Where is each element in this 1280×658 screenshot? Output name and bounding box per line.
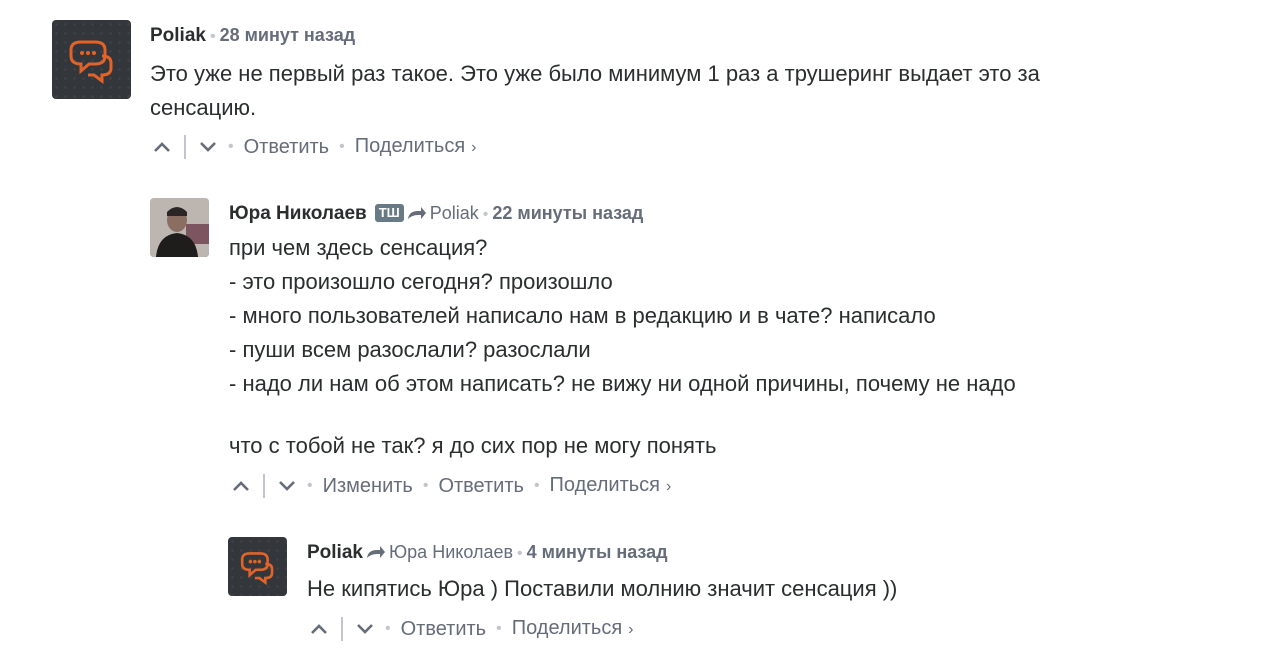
separator-dot: •: [482, 206, 489, 223]
comment-line: - надо ли нам об этом написать? не вижу …: [229, 371, 1016, 396]
avatar[interactable]: [52, 20, 131, 99]
comment-line: Не кипятись Юра ) Поставили молнию значи…: [307, 576, 898, 601]
moderator-badge: ТШ: [374, 204, 404, 222]
share-button[interactable]: Поделиться ›: [355, 134, 477, 160]
avatar[interactable]: [228, 537, 287, 596]
reply-button[interactable]: Ответить: [244, 135, 330, 159]
comment-line: при чем здесь сенсация?: [229, 235, 488, 260]
separator-dot: •: [307, 477, 313, 494]
separator-dot: •: [339, 138, 345, 155]
separator-dot: •: [385, 620, 391, 637]
timestamp[interactable]: 4 минуты назад: [527, 542, 668, 562]
chevron-down-icon: [200, 142, 216, 152]
comment-line: что с тобой не так? я до сих пор не могу…: [229, 433, 717, 458]
author-name[interactable]: Юра Николаев: [229, 203, 367, 224]
share-button[interactable]: Поделиться ›: [550, 473, 672, 499]
comment-body-extra: что с тобой не так? я до сих пор не могу…: [229, 429, 716, 463]
chat-bubbles-icon: [69, 40, 113, 84]
separator-dot: •: [422, 477, 429, 494]
comment-line: - это произошло сегодня? произошло: [229, 269, 613, 294]
separator-dot: •: [496, 620, 502, 637]
comment-line: - пуши всем разослали? разослали: [229, 337, 591, 362]
chevron-up-icon: [233, 481, 249, 491]
chevron-up-icon: [311, 624, 327, 634]
comment-header: Юра Николаев ТШ Poliak • 22 минуты назад: [229, 201, 643, 228]
chevron-right-icon: ›: [471, 139, 477, 156]
edit-button[interactable]: Изменить: [323, 474, 413, 498]
vote-divider: [263, 474, 265, 498]
upvote-button[interactable]: [309, 617, 329, 641]
separator-dot: •: [533, 477, 540, 494]
chevron-right-icon: ›: [628, 621, 634, 638]
comment-line: - много пользователей написало нам в ред…: [229, 303, 936, 328]
downvote-button[interactable]: [355, 617, 375, 641]
comment-body: Не кипятись Юра ) Поставили молнию значи…: [307, 572, 897, 606]
timestamp[interactable]: 22 минуты назад: [492, 203, 643, 223]
reply-arrow-icon: [406, 204, 426, 228]
comment-actions: • Ответить • Поделиться ›: [309, 616, 634, 642]
avatar[interactable]: [150, 198, 209, 257]
chevron-down-icon: [279, 481, 295, 491]
comment-body: при чем здесь сенсация? - это произошло …: [229, 231, 1016, 401]
share-button[interactable]: Поделиться ›: [512, 616, 634, 642]
chat-bubbles-icon: [240, 552, 274, 586]
author-name[interactable]: Poliak: [307, 542, 363, 563]
share-label: Поделиться: [511, 617, 623, 639]
reply-to-author[interactable]: Poliak: [430, 203, 479, 223]
reply-button[interactable]: Ответить: [401, 617, 487, 641]
chevron-up-icon: [154, 142, 170, 152]
chevron-right-icon: ›: [666, 478, 672, 495]
reply-arrow-icon: [365, 543, 385, 567]
vote-divider: [184, 135, 186, 159]
comment-actions: • Ответить • Поделиться ›: [152, 134, 477, 160]
comment-body: Это уже не первый раз такое. Это уже был…: [150, 57, 1040, 125]
chevron-down-icon: [357, 624, 373, 634]
comment-header: Poliak • 28 минут назад: [150, 23, 355, 49]
separator-dot: •: [209, 28, 216, 45]
upvote-button[interactable]: [152, 135, 172, 159]
author-name[interactable]: Poliak: [150, 25, 206, 46]
comment-actions: • Изменить • Ответить • Поделиться ›: [231, 473, 671, 499]
reply-button[interactable]: Ответить: [438, 474, 524, 498]
comment-line: сенсацию.: [150, 95, 257, 120]
downvote-button[interactable]: [198, 135, 218, 159]
comment: Юра Николаев ТШ Poliak • 22 минуты назад при…: [150, 198, 1250, 508]
upvote-button[interactable]: [231, 474, 251, 498]
share-label: Поделиться: [354, 135, 466, 157]
comment: Poliak • 28 минут назад Это уже не первый …: [52, 20, 1252, 170]
vote-divider: [341, 617, 343, 641]
comment-line: Это уже не первый раз такое. Это уже был…: [150, 61, 1040, 86]
share-label: Поделиться: [549, 474, 660, 496]
timestamp[interactable]: 28 минут назад: [220, 25, 356, 45]
user-photo-icon: [150, 198, 209, 257]
downvote-button[interactable]: [277, 474, 297, 498]
comment-header: Poliak Юра Николаев • 4 минуты назад: [307, 540, 668, 567]
comment: Poliak Юра Николаев • 4 минуты назад Не кип…: [228, 537, 1228, 652]
separator-dot: •: [228, 138, 234, 155]
separator-dot: •: [517, 545, 523, 562]
reply-to-author[interactable]: Юра Николаев: [389, 542, 513, 562]
